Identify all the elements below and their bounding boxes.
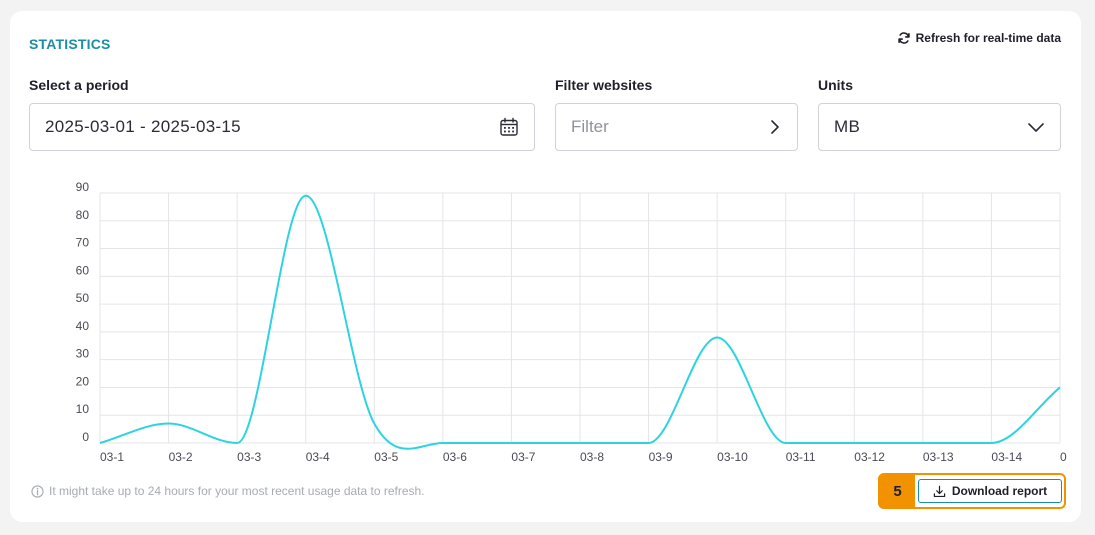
y-tick-label: 50 <box>76 291 90 305</box>
y-tick-label: 20 <box>76 374 90 388</box>
x-tick-label: 03-8 <box>580 450 604 464</box>
download-icon <box>933 485 946 497</box>
x-tick-label: 03-5 <box>374 450 398 464</box>
x-tick-label: 03-1 <box>100 450 124 464</box>
x-tick-label: 03-7 <box>511 450 535 464</box>
x-tick-label: 03-13 <box>923 450 954 464</box>
x-tick-label: 03-4 <box>306 450 330 464</box>
refresh-note: It might take up to 24 hours for your mo… <box>31 484 425 498</box>
download-report-button[interactable]: Download report <box>918 479 1062 503</box>
x-tick-label: 03-2 <box>169 450 193 464</box>
refresh-button[interactable]: Refresh for real-time data <box>897 31 1061 45</box>
y-tick-label: 90 <box>76 180 90 194</box>
y-tick-label: 80 <box>76 208 90 222</box>
download-label: Download report <box>951 484 1048 498</box>
y-tick-label: 40 <box>76 319 90 333</box>
y-tick-label: 70 <box>76 236 90 250</box>
y-tick-label: 10 <box>76 402 90 416</box>
x-tick-label: 03-14 <box>991 450 1022 464</box>
units-value: MB <box>834 117 861 136</box>
period-value: 2025-03-01 - 2025-03-15 <box>45 117 241 136</box>
y-tick-label: 0 <box>82 430 89 444</box>
usage-line-chart: 0 10 20 30 40 50 60 70 80 90 03-1 03-2 03-3 03-4 03-5 0… <box>76 180 1067 464</box>
refresh-label: Refresh for real-time data <box>915 31 1061 45</box>
x-tick-label: 03-3 <box>237 450 261 464</box>
refresh-note-text: It might take up to 24 hours for your mo… <box>49 484 425 498</box>
refresh-icon <box>897 32 910 44</box>
step-badge: 5 <box>880 475 915 507</box>
y-tick-label: 60 <box>76 263 90 277</box>
calendar-icon[interactable] <box>499 117 519 137</box>
filter-websites-input[interactable]: Filter <box>555 103 798 151</box>
x-tick-label: 03-10 <box>717 450 748 464</box>
filter-placeholder: Filter <box>571 117 609 136</box>
units-label: Units <box>818 77 853 93</box>
x-tick-label: 0 <box>1060 450 1067 464</box>
x-tick-label: 03-6 <box>443 450 467 464</box>
chevron-right-icon[interactable] <box>768 119 782 135</box>
period-picker[interactable]: 2025-03-01 - 2025-03-15 <box>29 103 535 151</box>
y-tick-label: 30 <box>76 347 90 361</box>
info-icon <box>31 484 44 498</box>
download-report-highlight: 5 Download report <box>878 473 1066 509</box>
x-tick-label: 03-9 <box>649 450 673 464</box>
filter-label: Filter websites <box>555 77 653 93</box>
units-select[interactable]: MB <box>818 103 1061 151</box>
x-tick-label: 03-12 <box>854 450 885 464</box>
chevron-down-icon[interactable] <box>1027 121 1045 133</box>
period-label: Select a period <box>29 77 129 93</box>
page-title: STATISTICS <box>29 36 111 52</box>
x-tick-label: 03-11 <box>786 450 816 464</box>
